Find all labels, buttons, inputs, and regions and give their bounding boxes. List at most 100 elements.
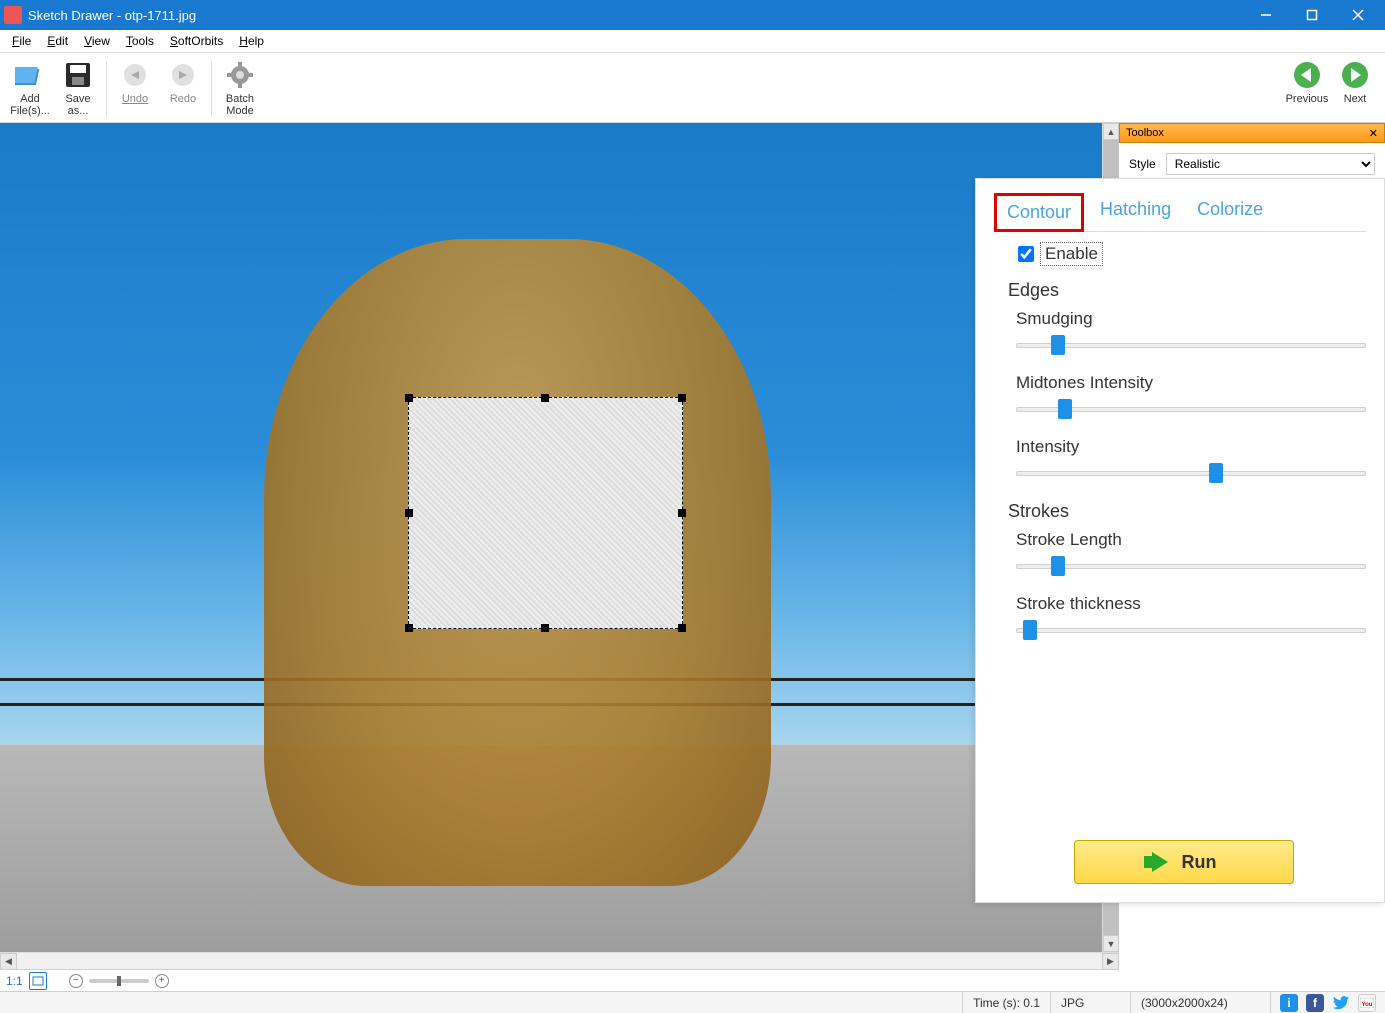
- selection-rect[interactable]: [408, 397, 684, 629]
- menu-view[interactable]: View: [76, 32, 118, 50]
- batch-mode-label: Batch Mode: [216, 93, 264, 117]
- svg-text:You: You: [1362, 1002, 1373, 1008]
- next-icon: [1339, 59, 1371, 91]
- scroll-left-button[interactable]: ◀: [0, 953, 17, 970]
- menu-tools[interactable]: Tools: [118, 32, 162, 50]
- menu-file[interactable]: File: [4, 32, 39, 50]
- toolbox-header: Toolbox ✕: [1119, 123, 1385, 143]
- title-bar: Sketch Drawer - otp-1711.jpg: [0, 0, 1385, 30]
- resize-handle[interactable]: [405, 394, 413, 402]
- close-button[interactable]: [1335, 0, 1381, 30]
- zoom-ratio[interactable]: 1:1: [6, 974, 23, 988]
- settings-tabs: Contour Hatching Colorize: [994, 193, 1366, 232]
- zoom-out-button[interactable]: −: [69, 974, 83, 988]
- zoom-bar: 1:1 − +: [0, 969, 1119, 991]
- resize-handle[interactable]: [678, 624, 686, 632]
- undo-label: Undo: [122, 93, 148, 105]
- edges-field-1: Midtones Intensity: [1016, 373, 1366, 419]
- menu-bar: File Edit View Tools SoftOrbits Help: [0, 30, 1385, 53]
- slider-thumb[interactable]: [1051, 556, 1065, 576]
- group-strokes: Strokes Stroke LengthStroke thickness: [1008, 501, 1366, 640]
- resize-handle[interactable]: [405, 509, 413, 517]
- save-as-button[interactable]: Save as...: [54, 57, 102, 117]
- batch-mode-button[interactable]: Batch Mode: [216, 57, 264, 117]
- zoom-slider[interactable]: [89, 979, 149, 983]
- enable-checkbox[interactable]: [1018, 246, 1034, 262]
- menu-edit[interactable]: Edit: [39, 32, 76, 50]
- save-as-label: Save as...: [54, 93, 102, 117]
- add-files-button[interactable]: Add File(s)...: [6, 57, 54, 117]
- edges-field-2: Intensity: [1016, 437, 1366, 483]
- undo-button[interactable]: Undo: [111, 57, 159, 105]
- status-format: JPG: [1051, 992, 1131, 1013]
- strokes-field-1: Stroke thickness: [1016, 594, 1366, 640]
- edges-slider[interactable]: [1016, 335, 1366, 355]
- zoom-in-button[interactable]: +: [155, 974, 169, 988]
- strokes-slider[interactable]: [1016, 620, 1366, 640]
- previous-label: Previous: [1286, 93, 1329, 105]
- group-edges: Edges SmudgingMidtones IntensityIntensit…: [1008, 280, 1366, 483]
- minimize-button[interactable]: [1243, 0, 1289, 30]
- add-files-label: Add File(s)...: [6, 93, 54, 117]
- resize-handle[interactable]: [678, 394, 686, 402]
- youtube-icon[interactable]: You: [1358, 994, 1376, 1012]
- scroll-down-button[interactable]: ▼: [1103, 935, 1119, 952]
- maximize-button[interactable]: [1289, 0, 1335, 30]
- edges-label: Intensity: [1016, 437, 1366, 457]
- tab-hatching[interactable]: Hatching: [1090, 193, 1181, 231]
- strokes-field-0: Stroke Length: [1016, 530, 1366, 576]
- status-bar: Time (s): 0.1 JPG (3000x2000x24) i f You: [0, 991, 1385, 1013]
- previous-button[interactable]: Previous: [1283, 57, 1331, 105]
- scroll-right-button[interactable]: ▶: [1102, 953, 1119, 970]
- facebook-icon[interactable]: f: [1306, 994, 1324, 1012]
- twitter-icon[interactable]: [1332, 994, 1350, 1012]
- image-preview: [0, 123, 1102, 952]
- window-title: Sketch Drawer - otp-1711.jpg: [28, 8, 1243, 23]
- app-icon: [4, 6, 22, 24]
- edges-label: Midtones Intensity: [1016, 373, 1366, 393]
- strokes-slider[interactable]: [1016, 556, 1366, 576]
- tab-contour[interactable]: Contour: [994, 193, 1084, 232]
- scroll-up-button[interactable]: ▲: [1103, 123, 1119, 140]
- info-icon[interactable]: i: [1280, 994, 1298, 1012]
- canvas-wrap: ▲ ▼ ◀ ▶ 1:1 − +: [0, 123, 1119, 991]
- menu-help[interactable]: Help: [231, 32, 272, 50]
- undo-icon: [119, 59, 151, 91]
- slider-thumb[interactable]: [1058, 399, 1072, 419]
- enable-label[interactable]: Enable: [1040, 242, 1103, 266]
- resize-handle[interactable]: [678, 509, 686, 517]
- status-dimensions: (3000x2000x24): [1131, 992, 1271, 1013]
- edges-slider[interactable]: [1016, 463, 1366, 483]
- edges-slider[interactable]: [1016, 399, 1366, 419]
- resize-handle[interactable]: [405, 624, 413, 632]
- toolbox-close-icon[interactable]: ✕: [1369, 127, 1378, 140]
- run-button[interactable]: Run: [1074, 840, 1294, 884]
- redo-label: Redo: [170, 93, 196, 105]
- canvas[interactable]: [0, 123, 1102, 952]
- zoom-thumb[interactable]: [117, 976, 121, 986]
- slider-thumb[interactable]: [1023, 620, 1037, 640]
- tab-colorize[interactable]: Colorize: [1187, 193, 1273, 231]
- fit-screen-icon[interactable]: [29, 972, 47, 990]
- edges-field-0: Smudging: [1016, 309, 1366, 355]
- menu-softorbits[interactable]: SoftOrbits: [162, 32, 231, 50]
- slider-thumb[interactable]: [1209, 463, 1223, 483]
- scroll-track[interactable]: [17, 953, 1102, 969]
- status-time: Time (s): 0.1: [963, 992, 1051, 1013]
- run-arrow-icon: [1152, 852, 1168, 872]
- slider-thumb[interactable]: [1051, 335, 1065, 355]
- style-select[interactable]: Realistic: [1166, 153, 1375, 175]
- toolbar: Add File(s)... Save as... Undo Redo Batc…: [0, 53, 1385, 123]
- style-label: Style: [1129, 157, 1156, 171]
- edges-label: Smudging: [1016, 309, 1366, 329]
- gear-icon: [224, 59, 256, 91]
- horizontal-scrollbar[interactable]: ◀ ▶: [0, 952, 1119, 969]
- resize-handle[interactable]: [541, 394, 549, 402]
- toolbar-separator: [211, 61, 212, 117]
- status-empty: [0, 992, 963, 1013]
- add-files-icon: [14, 59, 46, 91]
- redo-button[interactable]: Redo: [159, 57, 207, 105]
- run-label: Run: [1182, 852, 1217, 873]
- resize-handle[interactable]: [541, 624, 549, 632]
- next-button[interactable]: Next: [1331, 57, 1379, 105]
